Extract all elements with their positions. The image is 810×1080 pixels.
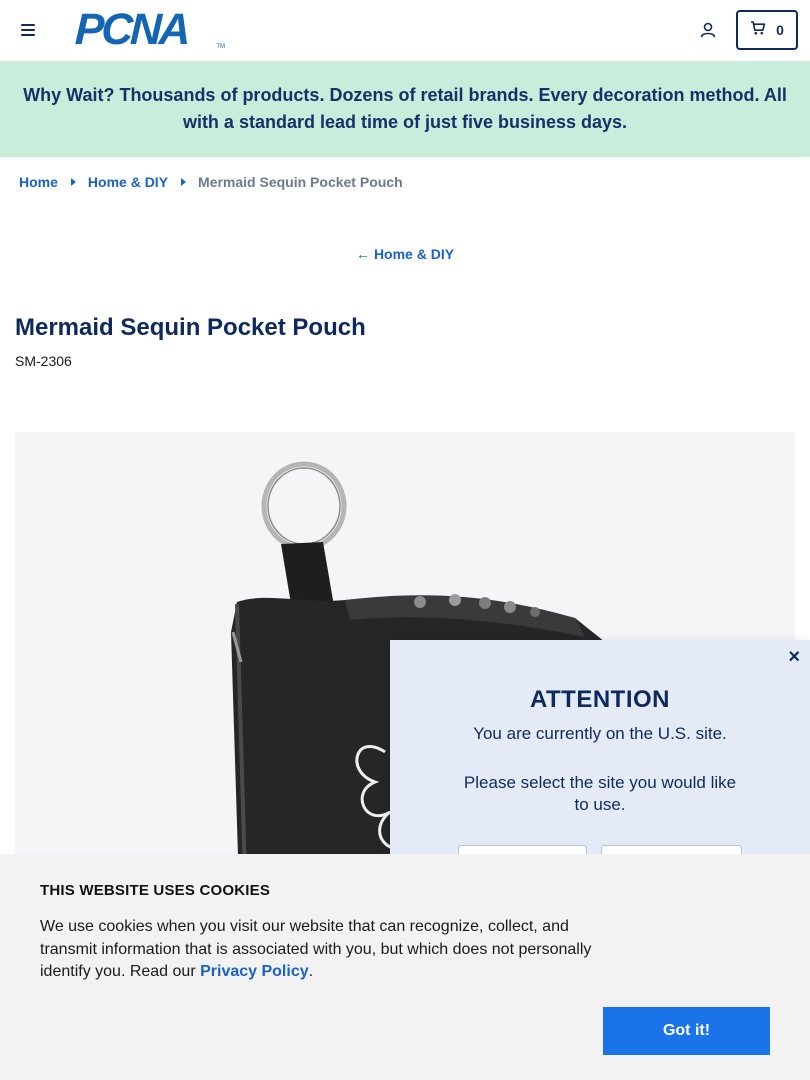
promo-text: Why Wait? Thousands of products. Dozens … [23, 85, 787, 132]
modal-title: ATTENTION [529, 686, 671, 713]
close-icon[interactable]: × [788, 646, 800, 668]
hamburger-icon[interactable] [18, 20, 38, 40]
arrow-left-icon: ← [355, 246, 370, 262]
caret-right-icon [181, 178, 187, 186]
logo-trademark: TM [216, 44, 225, 50]
product-sku: SM-2306 [15, 353, 72, 369]
user-icon[interactable] [698, 20, 718, 40]
accept-cookies-button[interactable]: Got it! [603, 1007, 770, 1055]
breadcrumb-home[interactable]: Home [19, 174, 58, 190]
modal-select-prompt: Please select the site you would like to… [463, 773, 737, 814]
site-header: PCNA TM 0 [0, 0, 810, 61]
product-title: Mermaid Sequin Pocket Pouch [15, 314, 366, 341]
breadcrumb: Home Home & DIY Mermaid Sequin Pocket Po… [19, 174, 403, 190]
cookie-text-end: . [308, 963, 314, 980]
privacy-policy-link[interactable]: Privacy Policy [200, 963, 309, 980]
caret-right-icon [70, 178, 76, 186]
modal-current-site-text: You are currently on the U.S. site. [473, 724, 727, 743]
cookie-banner: THIS WEBSITE USES COOKIES We use cookies… [0, 854, 810, 1080]
cookie-text: We use cookies when you visit our websit… [40, 916, 600, 984]
cart-button[interactable]: 0 [736, 10, 798, 50]
cart-icon [750, 20, 766, 41]
cart-count: 0 [776, 22, 784, 38]
promo-banner: Why Wait? Thousands of products. Dozens … [0, 61, 810, 157]
breadcrumb-home-diy[interactable]: Home & DIY [88, 174, 168, 190]
back-to-category-link[interactable]: ← Home & DIY [0, 246, 810, 262]
cookie-body: We use cookies when you visit our websit… [40, 918, 592, 980]
breadcrumb-current: Mermaid Sequin Pocket Pouch [198, 174, 403, 190]
cookie-title: THIS WEBSITE USES COOKIES [40, 882, 271, 899]
logo-wordmark: PCNA [74, 5, 189, 54]
pcna-logo[interactable]: PCNA TM [74, 5, 225, 54]
back-link-label: Home & DIY [373, 246, 455, 262]
